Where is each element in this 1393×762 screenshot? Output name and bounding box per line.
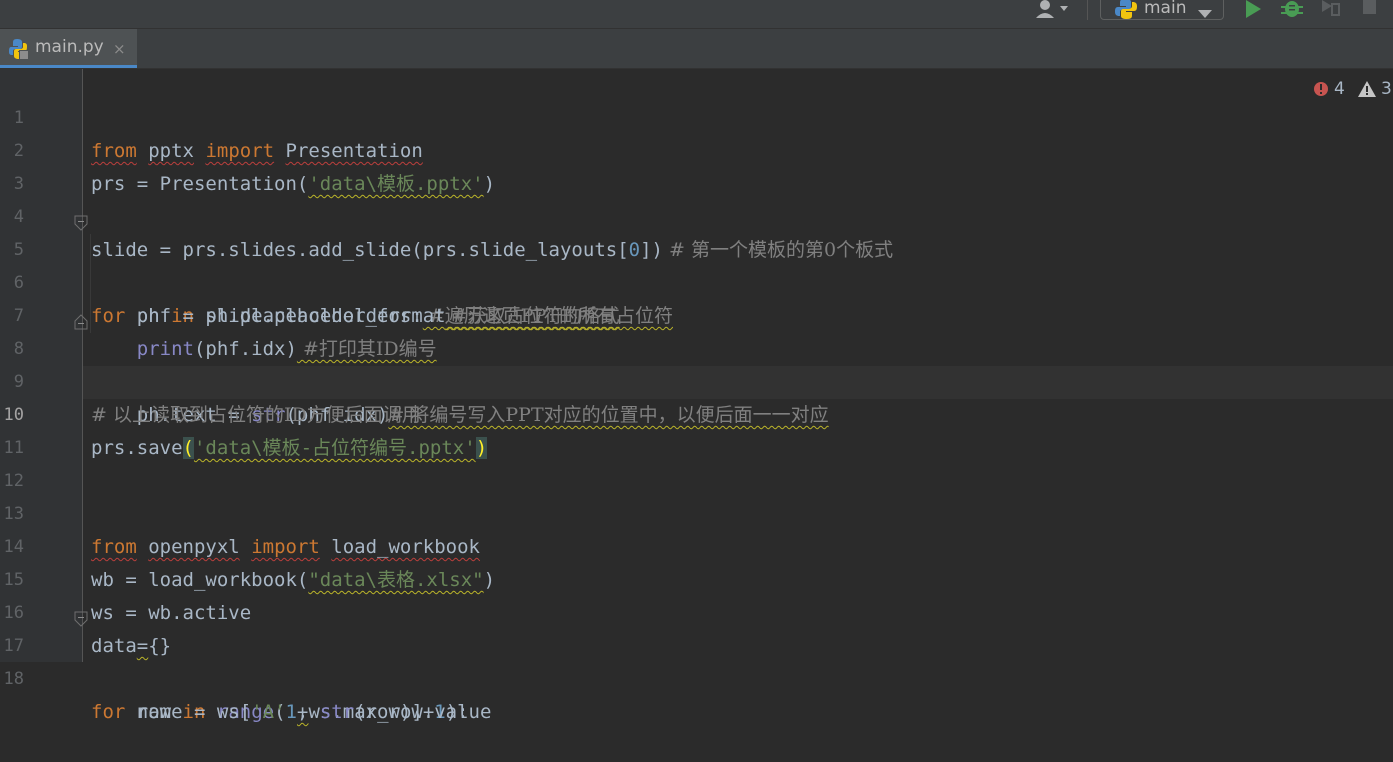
code-line: 17 for row in range(1,ws.max_row+1):: [0, 597, 1393, 723]
code-line-current: 10 prs.save('data\模板-占位符编号.pptx'): [0, 366, 1393, 459]
code-line: 16 data={}: [0, 564, 1393, 657]
code-line: 8 ph.text = str(phf.idx)# 将编号写入PPT对应的位置中…: [0, 300, 1393, 426]
coverage-icon[interactable]: [1320, 0, 1342, 18]
user-icon[interactable]: [1034, 0, 1074, 22]
run-configuration-label: main: [1144, 0, 1187, 18]
fold-end-icon[interactable]: [74, 308, 88, 330]
fold-collapse-icon[interactable]: [74, 209, 88, 231]
chevron-down-icon: [1198, 4, 1212, 18]
stop-icon[interactable]: [1361, 0, 1383, 18]
debug-icon[interactable]: [1281, 0, 1303, 18]
code-line: 1 from pptx import Presentation: [0, 69, 1393, 162]
code-text: name = ws['A' + str(row)].value: [91, 701, 492, 723]
code-line: 5 for ph in slide.placeholders: #遍历这页PPT…: [0, 201, 1393, 327]
toolbar-separator: [1087, 0, 1088, 20]
code-line: 6 phf = ph.placeholder_format #获取占位符的格式: [0, 234, 1393, 327]
code-line: 14 wb = load_workbook("data\表格.xlsx"): [0, 498, 1393, 591]
code-line: 11: [0, 399, 1393, 458]
close-icon[interactable]: ×: [113, 40, 126, 58]
code-line: 13 from openpyxl import load_workbook: [0, 465, 1393, 558]
editor-tab-bar: main.py ×: [0, 29, 1393, 69]
tab-label: main.py: [35, 37, 104, 57]
code-line: 4 slide = prs.slides.add_slide(prs.slide…: [0, 168, 1393, 261]
line-number: 18: [3, 669, 24, 689]
code-line: 7 print(phf.idx) #打印其ID编号: [0, 267, 1393, 360]
run-configuration-dropdown[interactable]: main: [1100, 0, 1224, 20]
main-toolbar: main: [0, 0, 1393, 29]
python-icon: [1115, 0, 1137, 19]
code-line: 18 name = ws['A' + str(row)].value: [0, 630, 1393, 723]
code-line: 15 ws = wb.active: [0, 531, 1393, 624]
code-line: 2 prs = Presentation('data\模板.pptx'): [0, 102, 1393, 195]
fold-collapse-icon[interactable]: [74, 605, 88, 627]
code-editor[interactable]: 4 3 1 from pptx import Presentation 2 pr…: [0, 69, 1393, 723]
code-line: 12: [0, 432, 1393, 491]
run-icon[interactable]: [1243, 0, 1265, 18]
python-file-icon: [8, 38, 30, 60]
code-line: 3: [0, 135, 1393, 194]
code-line: 9 # 以上读取到占位符的ID方便后面调用: [0, 333, 1393, 426]
tab-main-py[interactable]: main.py ×: [0, 29, 137, 68]
